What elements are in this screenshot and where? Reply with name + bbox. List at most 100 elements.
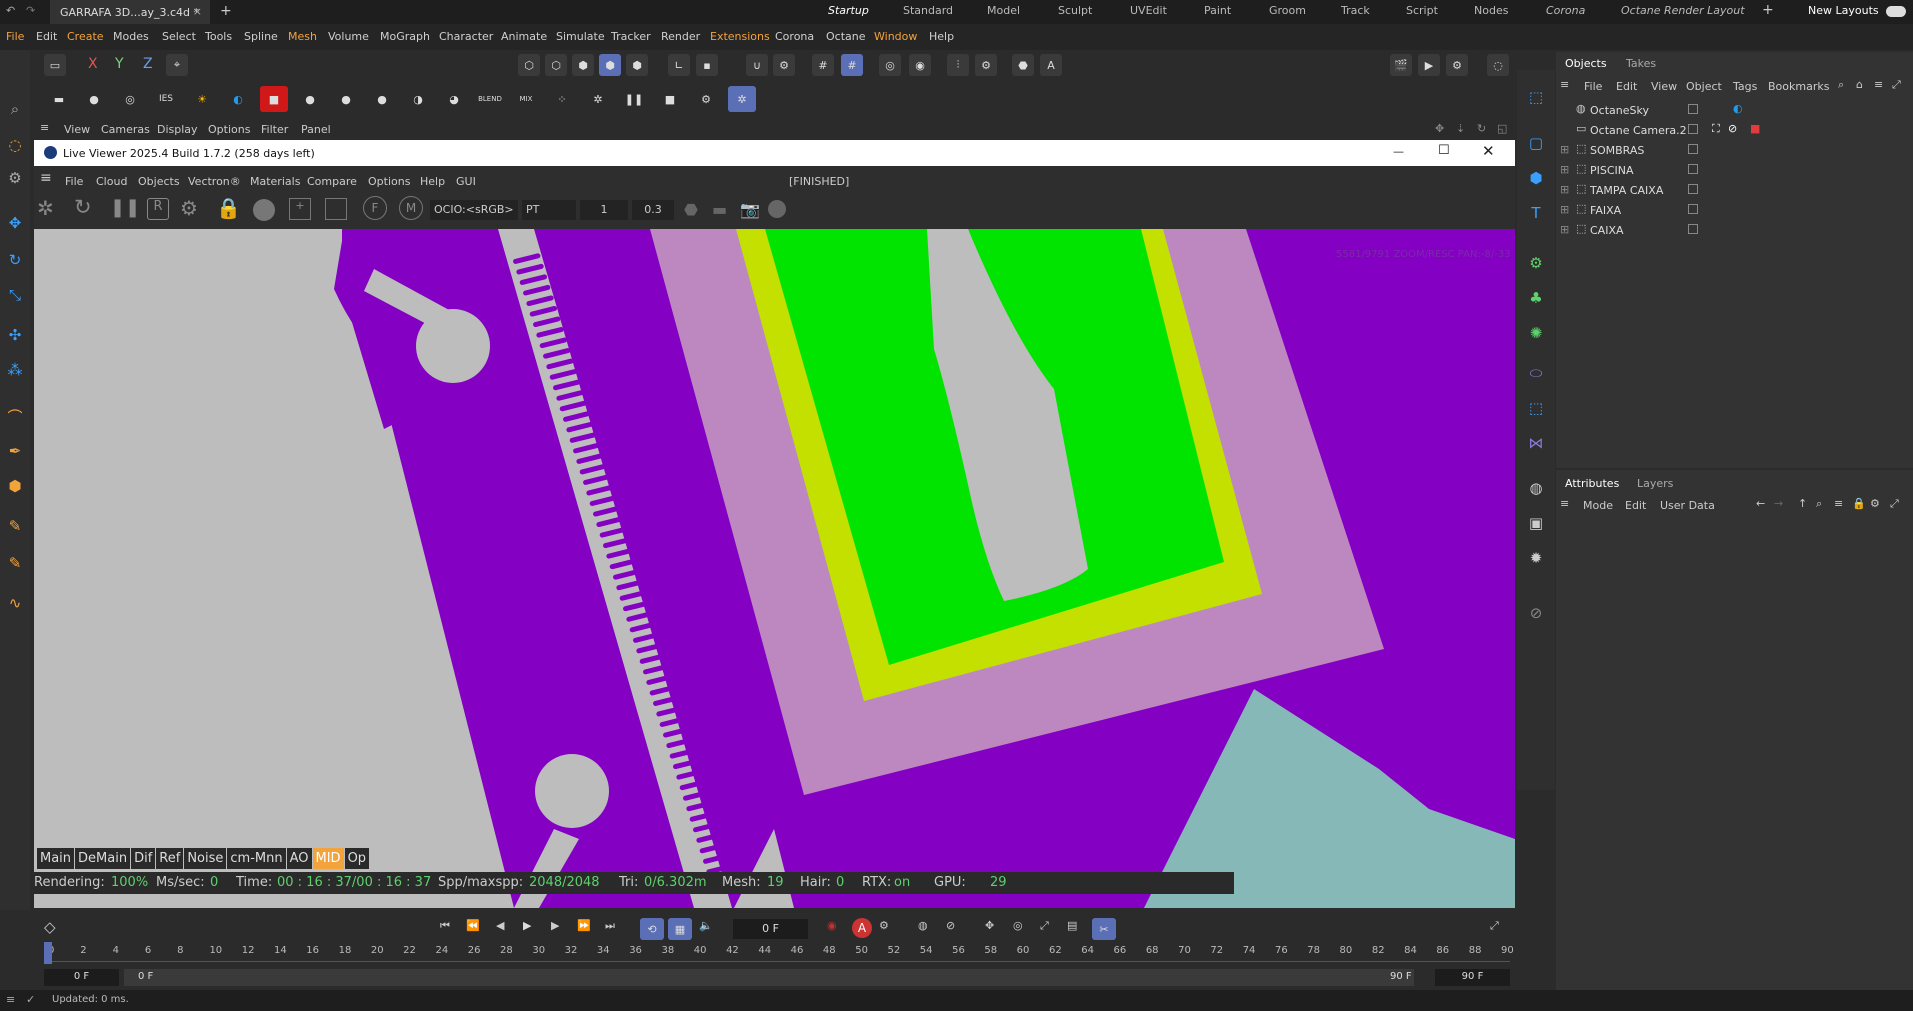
lv-region-icon[interactable]: R <box>147 198 169 220</box>
live-select-icon[interactable]: ⚙ <box>2 165 28 191</box>
ies-light-icon[interactable]: IES <box>152 86 180 112</box>
layout-corona[interactable]: Corona <box>1546 4 1585 17</box>
key-pla-icon[interactable]: ⤢ <box>1040 919 1049 933</box>
loop-icon[interactable]: ⟲ <box>640 918 664 940</box>
menu-corona[interactable]: Corona <box>775 30 814 43</box>
cloner-icon[interactable]: ♣ <box>1523 285 1549 311</box>
render-view-button[interactable]: 🎬 <box>1390 54 1412 76</box>
light-icon[interactable]: ✹ <box>1523 545 1549 571</box>
layout-nodes[interactable]: Nodes <box>1474 4 1508 17</box>
scatter-icon[interactable]: ⁘ <box>548 86 576 112</box>
octane-live-viewer-icon[interactable]: ✲ <box>728 86 756 112</box>
octane-logo-icon[interactable]: ✲ <box>584 86 612 112</box>
expand-icon[interactable]: ⊞ <box>1560 183 1569 196</box>
go-to-start-icon[interactable]: ⏮ <box>440 919 450 933</box>
lv-dot-icon[interactable] <box>768 200 786 218</box>
objects-menu-file[interactable]: File <box>1584 80 1602 93</box>
knife-tool-icon[interactable]: ⌒ <box>2 403 28 429</box>
search-icon[interactable]: ⌕ <box>2 96 28 122</box>
viewport-move-icon[interactable]: ✥ <box>1435 122 1444 135</box>
objects-search-icon[interactable]: ⌕ <box>1838 78 1844 92</box>
layer-noise-button[interactable]: Noise <box>184 848 227 869</box>
daylight-icon[interactable]: ◐ <box>224 86 252 112</box>
tab-objects[interactable]: Objects <box>1565 57 1607 70</box>
interpolation-icon[interactable]: ✂ <box>1092 918 1116 940</box>
viewport-menu-cameras[interactable]: Cameras <box>101 123 150 136</box>
tab-takes[interactable]: Takes <box>1626 57 1656 70</box>
deformer-icon[interactable]: ⬭ <box>1523 360 1549 386</box>
layout-sculpt[interactable]: Sculpt <box>1058 4 1092 17</box>
menu-select[interactable]: Select <box>162 30 196 43</box>
lv-octane-icon[interactable]: ✲ <box>37 196 54 220</box>
menu-volume[interactable]: Volume <box>328 30 369 43</box>
max-frame-field[interactable]: 90 F <box>1435 969 1510 986</box>
render-settings-button[interactable]: ⚙ <box>1446 54 1468 76</box>
undo-icon[interactable]: ↶ <box>6 4 15 17</box>
paint-tool-icon[interactable]: ✎ <box>2 550 28 576</box>
minimize-icon[interactable]: — <box>1393 145 1404 158</box>
metallic-material-icon[interactable]: ◑ <box>404 86 432 112</box>
tag-icon[interactable]: ⊘ <box>1523 600 1549 626</box>
scale-tool-icon[interactable]: ⤡ <box>2 282 28 308</box>
diffuse-material-icon[interactable]: ● <box>296 86 324 112</box>
transfer-tool-icon[interactable]: ✣ <box>2 322 28 348</box>
octane-camera-icon[interactable]: ■ <box>260 86 288 112</box>
model-mode-icon[interactable]: ⬢ <box>599 54 621 76</box>
lv-menu-help[interactable]: Help <box>420 175 445 188</box>
viewport-menu-filter[interactable]: Filter <box>261 123 288 136</box>
layer-ao-button[interactable]: AO <box>286 848 312 869</box>
previous-frame-icon[interactable]: ◀ <box>496 919 504 932</box>
objects-menu-tags[interactable]: Tags <box>1733 80 1757 93</box>
generator-icon[interactable]: ⚙ <box>1523 250 1549 276</box>
expand-icon[interactable]: ⊞ <box>1560 223 1569 236</box>
objects-menu-view[interactable]: View <box>1651 80 1677 93</box>
camera-icon[interactable]: ▣ <box>1523 510 1549 536</box>
lv-kernel-select[interactable]: PT <box>522 200 576 220</box>
object-row[interactable]: ▭ Octane Camera.2 ⛶ ⊘ ■ <box>1560 121 1900 139</box>
add-layout-button[interactable]: + <box>1762 2 1774 18</box>
layout-paint[interactable]: Paint <box>1204 4 1231 17</box>
status-hamburger-icon[interactable]: ≡ <box>6 993 15 1006</box>
object-mode-icon[interactable]: ▭ <box>44 54 66 76</box>
visibility-check-icon[interactable] <box>1688 124 1698 134</box>
layer-mid-button[interactable]: MID <box>312 848 344 869</box>
object-row[interactable]: ⊞ ⬚ PISCINA <box>1560 161 1900 179</box>
spline-tool-icon[interactable]: ∿ <box>2 590 28 616</box>
previous-key-icon[interactable]: ⏪ <box>466 919 480 932</box>
menu-simulate[interactable]: Simulate <box>556 30 605 43</box>
menu-animate[interactable]: Animate <box>501 30 547 43</box>
viewport-menu-options[interactable]: Options <box>208 123 250 136</box>
layout-octane[interactable]: Octane Render Layout <box>1621 4 1745 17</box>
go-to-end-icon[interactable]: ⏭ <box>605 919 615 933</box>
sound-icon[interactable]: 🔈 <box>699 919 713 932</box>
attributes-menu-mode[interactable]: Mode <box>1583 499 1613 512</box>
start-frame-field[interactable]: 0 F <box>124 969 1414 986</box>
attributes-expand-icon[interactable]: ⤢ <box>1890 497 1899 511</box>
viewport-menu-display[interactable]: Display <box>157 123 198 136</box>
viewport-menu-view[interactable]: View <box>64 123 90 136</box>
visibility-check-icon[interactable] <box>1688 104 1698 114</box>
maximize-icon[interactable]: ☐ <box>1438 143 1450 158</box>
lv-snapshot-icon[interactable]: 📷 <box>740 200 760 219</box>
expand-icon[interactable]: ⊞ <box>1560 203 1569 216</box>
viewport-zoom-icon[interactable]: ⇣ <box>1456 122 1465 135</box>
render-region-icon[interactable]: ◎ <box>879 54 901 76</box>
render-viewport[interactable]: 5581/9791 ZOOM/RESC PAN:-8/-33 <box>34 229 1515 908</box>
menu-edit[interactable]: Edit <box>36 30 57 43</box>
axis-tool-icon[interactable]: ⁂ <box>2 357 28 383</box>
symmetry-icon[interactable]: ⫶ <box>947 54 969 76</box>
interactive-render-icon[interactable]: ◌ <box>1487 54 1509 76</box>
expand-icon[interactable]: ⊞ <box>1560 143 1569 156</box>
lv-settings-icon[interactable]: ⚙ <box>180 196 198 220</box>
menu-octane[interactable]: Octane <box>826 30 866 43</box>
next-key-icon[interactable]: ⏩ <box>577 919 591 932</box>
timeline-curve-icon[interactable]: ⤢ <box>1490 919 1499 933</box>
protection-tag-icon[interactable]: ⊘ <box>1728 122 1737 135</box>
lv-menu-compare[interactable]: Compare <box>307 175 357 188</box>
menu-tools[interactable]: Tools <box>205 30 232 43</box>
attributes-lock-icon[interactable]: 🔒 <box>1852 497 1866 510</box>
octane-camera-tag-icon[interactable]: ■ <box>1750 122 1760 135</box>
target-light-icon[interactable]: ◎ <box>116 86 144 112</box>
attributes-hamburger-icon[interactable]: ≡ <box>1560 497 1569 510</box>
document-tab[interactable]: GARRAFA 3D...ay_3.c4d * × <box>50 0 210 24</box>
